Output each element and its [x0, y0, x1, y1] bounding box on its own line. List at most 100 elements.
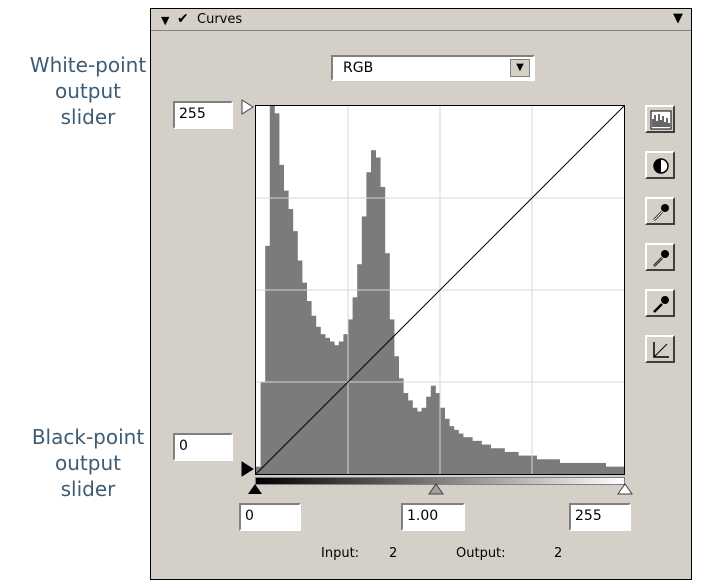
histogram-bar [311, 315, 317, 474]
collapse-triangle-icon[interactable]: ▼ [161, 14, 169, 27]
histogram-bar [453, 429, 459, 474]
histogram-bar [601, 462, 606, 474]
histogram-bar [564, 462, 570, 474]
histogram-button[interactable] [645, 105, 675, 133]
histogram-bar [412, 407, 418, 474]
channel-select[interactable]: RGB ▼ [331, 55, 535, 81]
histogram-and-curve[interactable] [256, 106, 624, 474]
histogram-bar [559, 462, 565, 474]
histogram-bar [555, 459, 560, 474]
histogram-bar [550, 459, 556, 474]
curve-graph[interactable] [255, 105, 625, 475]
histogram-bar [518, 455, 524, 474]
histogram-bar [463, 437, 468, 474]
histogram-bar [532, 455, 537, 474]
input-value: 2 [389, 546, 398, 561]
histogram-bar [315, 326, 321, 474]
histogram-bar [591, 462, 597, 474]
output-max-field[interactable]: 255 [173, 101, 233, 129]
histogram-bar [573, 462, 579, 474]
histogram-bar [320, 334, 326, 474]
histogram-bar [394, 356, 399, 474]
histogram-bar [426, 396, 432, 474]
histogram-bar [274, 113, 280, 474]
histogram-bar [495, 448, 501, 474]
histogram-bar [522, 455, 528, 474]
histogram-bar [306, 301, 312, 474]
contrast-icon [653, 158, 669, 174]
black-eyedropper-button[interactable] [645, 289, 675, 317]
histogram-bar [545, 459, 551, 474]
histogram-bar [596, 462, 602, 474]
histogram-bar [417, 411, 422, 474]
histogram-bar [283, 190, 289, 474]
histogram-bar [260, 382, 266, 474]
panel-titlebar: ▼ ✔ Curves ▼ [151, 9, 691, 31]
white-eyedropper-button[interactable] [645, 197, 675, 225]
histogram-bar [509, 451, 514, 474]
enable-checkmark-icon[interactable]: ✔ [177, 11, 189, 27]
histogram-bar [334, 345, 340, 474]
curves-panel: ▼ ✔ Curves ▼ RGB ▼ 255 0 0 1.00 255 Inpu… [150, 8, 692, 580]
histogram-bar [504, 451, 510, 474]
histogram-bar [421, 407, 427, 474]
histogram-bar [288, 209, 294, 474]
black-point-output-slider[interactable] [241, 461, 255, 477]
histogram-bar [486, 444, 491, 474]
panel-menu-icon[interactable]: ▼ [673, 11, 683, 26]
chevron-down-icon[interactable]: ▼ [510, 59, 530, 77]
histogram-bar [398, 378, 404, 474]
histogram-bar [513, 451, 519, 474]
reset-curve-icon [653, 342, 669, 358]
histogram-bar [384, 253, 390, 474]
input-white-field[interactable]: 255 [569, 503, 631, 531]
histogram-bar [490, 448, 496, 474]
contrast-button[interactable] [645, 151, 675, 179]
gamma-input-slider[interactable] [428, 483, 444, 495]
output-value: 2 [554, 546, 563, 561]
white-point-output-slider[interactable] [241, 99, 255, 115]
histogram-bar [292, 231, 298, 474]
histogram-bar [407, 400, 413, 474]
histogram-bar [348, 319, 353, 474]
histogram-bar [605, 466, 611, 474]
histogram-bar [352, 297, 358, 474]
histogram-bar [371, 150, 376, 474]
histogram-bar [366, 172, 372, 474]
histogram-bar [325, 337, 330, 474]
histogram-bar [458, 433, 464, 474]
gray-eyedropper-button[interactable] [645, 243, 675, 271]
white-eyedropper-icon [653, 204, 669, 221]
histogram-bar [440, 407, 445, 474]
histogram-bar [582, 462, 588, 474]
histogram-bar [361, 216, 367, 474]
input-black-field[interactable]: 0 [239, 503, 301, 531]
histogram-bar [587, 462, 593, 474]
white-point-input-slider[interactable] [617, 483, 633, 495]
histogram-bar [619, 466, 624, 474]
histogram-bar [380, 186, 386, 474]
histogram-bar [265, 245, 271, 474]
input-label: Input: [321, 546, 360, 561]
histogram-bar [499, 448, 505, 474]
channel-value: RGB [343, 60, 374, 76]
gamma-field[interactable]: 1.00 [401, 503, 465, 531]
panel-title: Curves [197, 12, 243, 27]
histogram-bar [578, 462, 583, 474]
histogram-bar [449, 426, 455, 474]
output-label: Output: [456, 546, 506, 561]
reset-curve-button[interactable] [645, 335, 675, 363]
histogram-bar [444, 418, 450, 474]
gray-eyedropper-icon [653, 250, 669, 267]
histogram-bar [403, 393, 409, 474]
histogram-bar [472, 440, 478, 474]
histogram-bar [568, 462, 574, 474]
histogram-bar [541, 459, 547, 474]
histogram-bar [302, 282, 307, 474]
output-min-field[interactable]: 0 [173, 433, 233, 461]
histogram-bar [614, 466, 620, 474]
histogram-bar [338, 341, 344, 474]
histogram-bar [389, 319, 395, 474]
histogram-bar [610, 466, 616, 474]
black-point-input-slider[interactable] [247, 483, 263, 495]
